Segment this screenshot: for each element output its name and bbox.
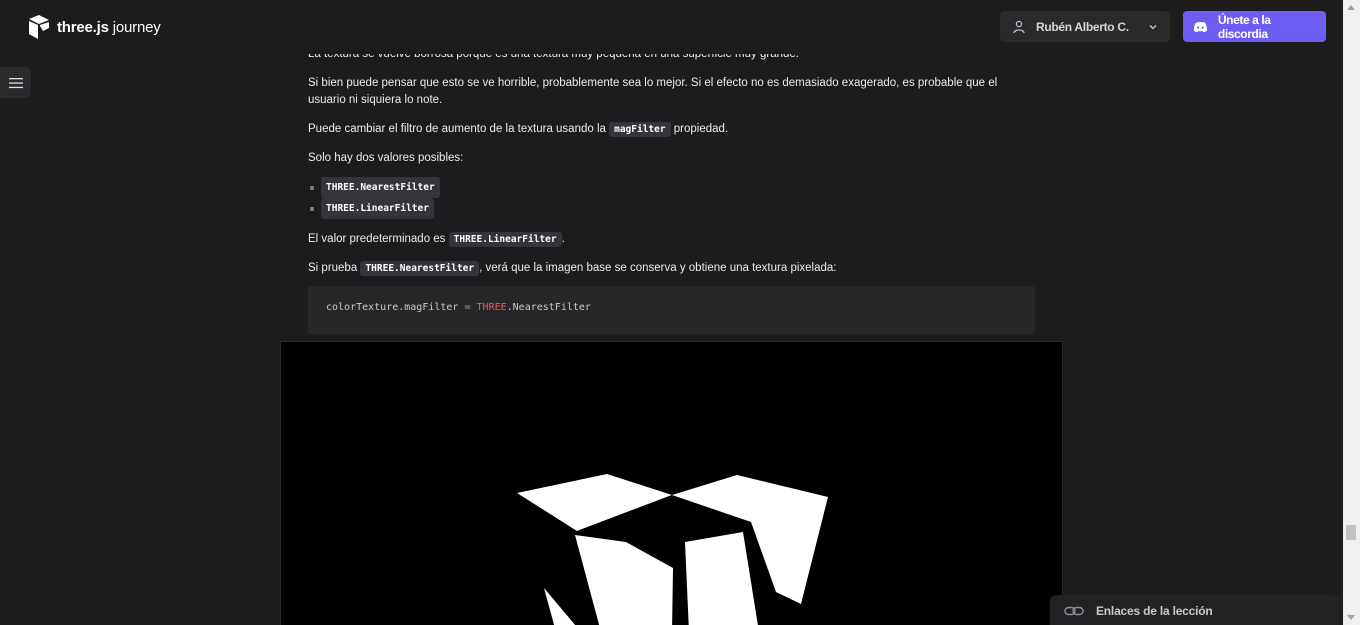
paragraph-horrible: Si bien puede pensar que esto se ve horr… [308,77,998,106]
list-item: THREE.NearestFilter [308,177,1038,198]
logo-text-bold: three.js [57,18,109,36]
paragraph-magfilter: Puede cambiar el filtro de aumento de la… [308,122,729,137]
paragraph-try-nearest: Si prueba THREE.NearestFilter, verá que … [308,261,837,276]
discord-label: Únete a la discordia [1217,12,1271,41]
discord-icon [1193,21,1208,32]
logo-text-light: journey [108,18,161,36]
list-item: THREE.LinearFilter [308,198,1038,219]
scroll-down-arrow[interactable] [1347,615,1355,620]
chevron-down-icon [1149,24,1157,30]
inline-code-magfilter: magFilter [609,122,671,137]
page-scrollbar[interactable] [1343,0,1360,625]
paragraph-default: El valor predeterminado es THREE.LinearF… [308,232,565,247]
scroll-thumb[interactable] [1346,525,1356,540]
lesson-links-panel[interactable]: Enlaces de la lección [1050,595,1340,625]
link-icon [1064,606,1084,616]
top-header: three.js journey Rubén Alberto C. Únete … [0,0,1343,54]
site-logo[interactable]: three.js journey [27,14,161,40]
hamburger-menu-icon [8,77,23,88]
user-menu-button[interactable]: Rubén Alberto C. [1000,11,1170,42]
join-discord-button[interactable]: Únete a la discordia [1183,11,1326,42]
user-icon [1013,20,1025,33]
user-name: Rubén Alberto C. [1036,19,1129,34]
inline-code-try: THREE.NearestFilter [360,261,480,276]
filter-values-list: THREE.NearestFilter THREE.LinearFilter [308,177,1038,219]
inline-code-linear: THREE.LinearFilter [321,198,434,219]
sidebar-menu-button[interactable] [0,67,31,98]
pixelated-logo-image [517,474,828,625]
inline-code-default: THREE.LinearFilter [448,232,562,247]
lesson-links-label: Enlaces de la lección [1096,604,1213,618]
lesson-content: La textura se vuelve borrosa porque es u… [308,47,1038,289]
pixelated-texture-preview [280,341,1063,625]
scroll-up-arrow[interactable] [1347,5,1355,10]
paragraph-two-values: Solo hay dos valores posibles: [308,152,464,164]
code-block[interactable]: colorTexture.magFilter = THREE.NearestFi… [308,286,1035,334]
inline-code-nearest: THREE.NearestFilter [321,177,440,198]
threejs-logo-icon [29,15,49,39]
